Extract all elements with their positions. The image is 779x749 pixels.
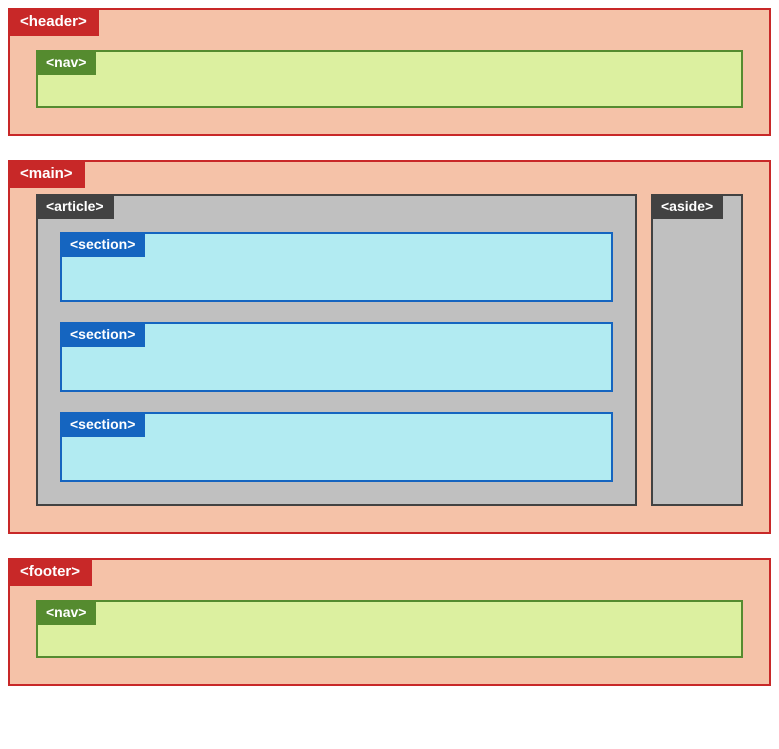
article-tag-label: <article>	[36, 194, 114, 219]
footer-region: <footer> <nav>	[8, 558, 771, 686]
article-box: <article> <section> <section> <section>	[36, 194, 637, 506]
footer-tag-label: <footer>	[8, 558, 92, 586]
section-box-1: <section>	[60, 232, 613, 302]
section-tag-label-2: <section>	[60, 322, 145, 347]
section-tag-label-3: <section>	[60, 412, 145, 437]
main-tag-label: <main>	[8, 160, 85, 188]
aside-tag-label: <aside>	[651, 194, 723, 219]
aside-box: <aside>	[651, 194, 743, 506]
footer-nav-box: <nav>	[36, 600, 743, 658]
main-row: <article> <section> <section> <section> …	[36, 190, 743, 506]
section-box-2: <section>	[60, 322, 613, 392]
section-tag-label-1: <section>	[60, 232, 145, 257]
footer-nav-tag-label: <nav>	[36, 600, 96, 625]
section-box-3: <section>	[60, 412, 613, 482]
header-nav-tag-label: <nav>	[36, 50, 96, 75]
header-region: <header> <nav>	[8, 8, 771, 136]
main-region: <main> <article> <section> <section> <se…	[8, 160, 771, 534]
header-tag-label: <header>	[8, 8, 99, 36]
header-nav-box: <nav>	[36, 50, 743, 108]
